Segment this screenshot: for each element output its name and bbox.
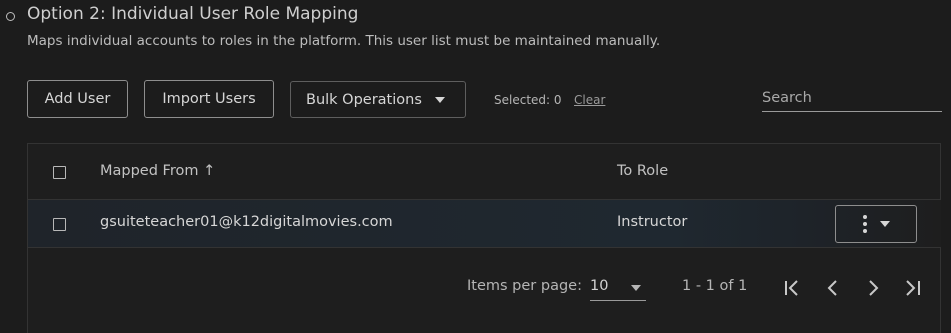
prev-page-icon[interactable] (822, 277, 844, 299)
column-header-to-role: To Role (617, 163, 669, 179)
items-per-page-select[interactable]: 10 (590, 276, 646, 301)
pagination-range: 1 - 1 of 1 (682, 278, 748, 294)
kebab-menu-icon (862, 215, 867, 233)
column-header-mapped-from[interactable]: Mapped From ↑ (100, 163, 215, 179)
selected-count: Selected: 0 (494, 93, 562, 107)
bulk-operations-label: Bulk Operations (306, 91, 422, 108)
row-divider (28, 247, 941, 248)
to-role-cell: Instructor (617, 214, 688, 230)
import-users-button[interactable]: Import Users (144, 80, 274, 118)
add-user-button[interactable]: Add User (27, 80, 128, 118)
option-title: Option 2: Individual User Role Mapping (27, 4, 359, 24)
chevron-down-icon (434, 96, 445, 103)
option-description: Maps individual accounts to roles in the… (27, 33, 661, 49)
row-actions-button[interactable] (835, 205, 917, 243)
search-input[interactable] (762, 84, 942, 112)
bulk-operations-dropdown[interactable]: Bulk Operations (290, 81, 466, 118)
items-per-page-label: Items per page: (467, 278, 582, 294)
first-page-icon[interactable] (782, 277, 804, 299)
items-per-page-value: 10 (590, 278, 609, 294)
last-page-icon[interactable] (901, 277, 923, 299)
chevron-down-icon (879, 221, 890, 227)
select-all-checkbox[interactable] (53, 166, 66, 179)
mapped-from-cell: gsuiteteacher01@k12digitalmovies.com (100, 214, 393, 230)
row-checkbox[interactable] (53, 218, 66, 231)
next-page-icon[interactable] (862, 277, 884, 299)
chevron-down-icon (631, 285, 641, 291)
clear-selection-link[interactable]: Clear (574, 93, 605, 107)
option-radio-icon (6, 12, 15, 21)
